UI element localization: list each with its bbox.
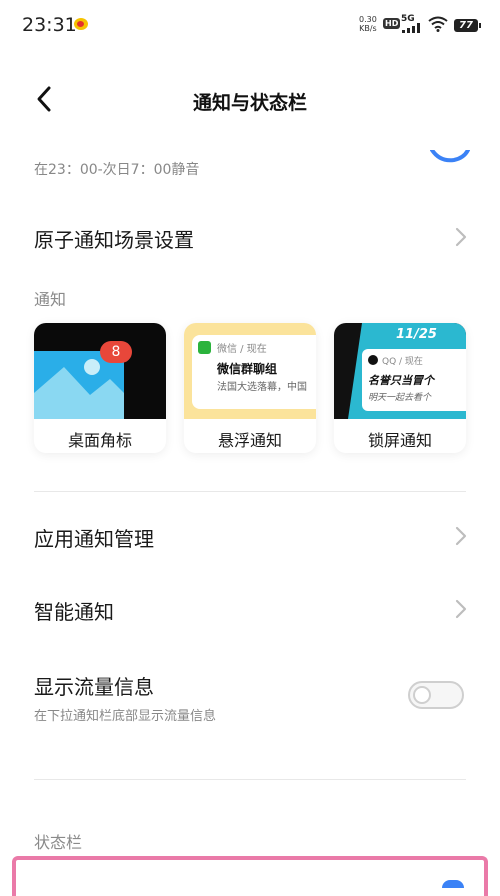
image-placeholder-icon: [34, 351, 124, 419]
battery-icon: 77: [454, 19, 481, 32]
lockscreen-clock: 11/25: [396, 327, 437, 342]
network-speed-value: 0.30: [359, 15, 377, 24]
lockscreen-text: 明天一起去看个: [368, 393, 432, 403]
app-notify-row[interactable]: 应用通知管理: [0, 510, 500, 562]
highlight-frame: [12, 856, 488, 896]
card-desktop-badge[interactable]: 8 桌面角标: [34, 323, 166, 453]
page-title: 通知与状态栏: [192, 92, 307, 114]
traffic-toggle[interactable]: [408, 681, 464, 709]
atomic-notify-label: 原子通知场景设置: [34, 228, 194, 252]
traffic-label: 显示流量信息: [34, 675, 154, 699]
section-title-statusbar: 状态栏: [34, 833, 83, 852]
smart-notify-row[interactable]: 智能通知: [0, 584, 500, 636]
chevron-right-icon: [455, 526, 467, 546]
card-lockscreen-notify[interactable]: 11/25 QQ / 现在 名誉只当冒个 明天一起去看个 锁屏通知: [334, 323, 466, 453]
network-speed: 0.30 KB/s: [359, 15, 377, 33]
wechat-icon: [198, 341, 211, 354]
toggle-knob: [413, 686, 431, 704]
card-desktop-badge-label: 桌面角标: [67, 431, 132, 450]
status-time: 23:31: [22, 14, 77, 36]
card-lockscreen-notify-label: 锁屏通知: [367, 431, 432, 450]
traffic-description: 在下拉通知栏底部显示流量信息: [34, 709, 217, 724]
network-speed-unit: KB/s: [359, 24, 377, 33]
statusbar-toggle[interactable]: [442, 880, 464, 888]
weibo-icon: [74, 18, 88, 30]
notify-app-name: 微信 / 现在: [217, 344, 267, 355]
hd-badge: HD: [383, 18, 401, 29]
wifi-icon: [428, 16, 448, 32]
atomic-notify-row[interactable]: 原子通知场景设置: [0, 212, 500, 262]
section-title-notify: 通知: [34, 290, 67, 309]
app-notify-label: 应用通知管理: [34, 527, 154, 551]
divider: [34, 491, 466, 492]
card-floating-notify[interactable]: 微信 / 现在 微信群聊组 法国大选落幕，中国 悬浮通知: [184, 323, 316, 453]
lockscreen-notify-preview: 11/25 QQ / 现在 名誉只当冒个 明天一起去看个: [334, 323, 466, 419]
chevron-right-icon: [455, 599, 467, 619]
card-floating-notify-label: 悬浮通知: [217, 431, 282, 450]
badge-count: 8: [100, 341, 132, 363]
signal-icon: [402, 23, 420, 33]
smart-notify-label: 智能通知: [34, 600, 114, 624]
notify-heading: 微信群聊组: [217, 362, 278, 376]
notify-text: 法国大选落幕，中国: [217, 382, 307, 393]
qq-icon: [368, 355, 378, 365]
lockscreen-heading: 名誉只当冒个: [368, 374, 434, 387]
dnd-toggle[interactable]: [430, 150, 470, 164]
floating-notify-preview: 微信 / 现在 微信群聊组 法国大选落幕，中国: [184, 323, 316, 419]
desktop-badge-preview: 8: [34, 323, 166, 419]
lockscreen-app-name: QQ / 现在: [382, 357, 423, 367]
divider: [34, 779, 466, 780]
chevron-right-icon: [455, 227, 467, 247]
dnd-description: 在23：00-次日7：00静音: [34, 162, 200, 178]
